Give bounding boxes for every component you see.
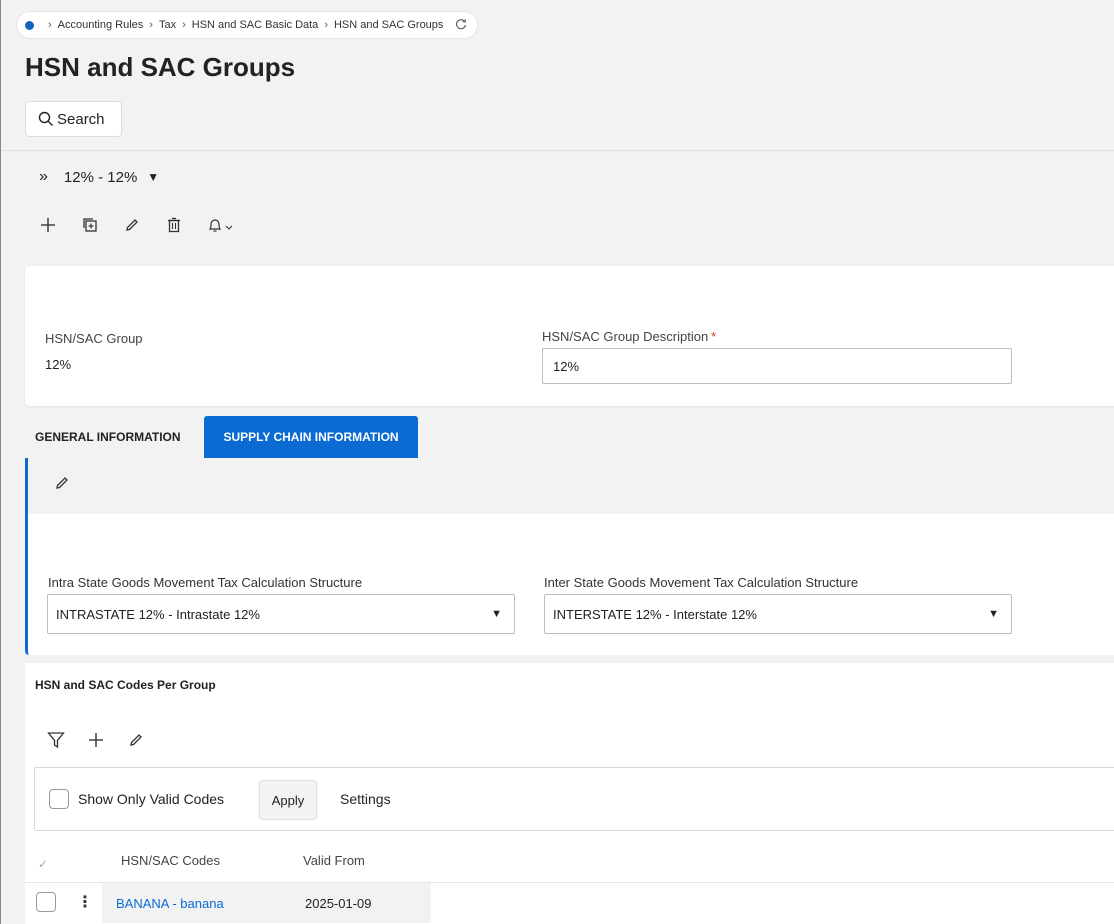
caret-down-icon: ▼: [988, 608, 999, 620]
refresh-icon[interactable]: [455, 18, 467, 33]
divider: [1, 150, 1114, 151]
chevron-right-icon: ›: [182, 19, 186, 31]
intra-state-structure-label: Intra State Goods Movement Tax Calculati…: [48, 575, 363, 590]
hsn-sac-group-description-label: HSN/SAC Group Description *: [542, 329, 716, 344]
breadcrumb: › Accounting Rules › Tax › HSN and SAC B…: [17, 12, 478, 38]
edit-icon[interactable]: [125, 729, 147, 751]
table-row[interactable]: ⋮ BANANA - banana 2025-01-09: [25, 882, 1114, 923]
show-only-valid-codes-toggle[interactable]: Show Only Valid Codes: [49, 789, 224, 809]
panel-toolbar: [28, 458, 1114, 514]
breadcrumb-item-tax[interactable]: Tax: [159, 19, 176, 31]
row-checkbox[interactable]: [36, 892, 56, 912]
hsn-sac-group-value: 12%: [45, 357, 72, 372]
settings-button[interactable]: Settings: [340, 791, 391, 807]
show-only-valid-label: Show Only Valid Codes: [78, 791, 225, 807]
hsn-sac-code-link[interactable]: BANANA - banana: [116, 896, 224, 911]
edit-icon[interactable]: [54, 475, 70, 491]
inter-state-structure-dropdown[interactable]: INTERSTATE 12% - Interstate 12% ▼: [544, 594, 1012, 634]
duplicate-icon[interactable]: [79, 214, 101, 236]
tab-supply-chain-information[interactable]: SUPPLY CHAIN INFORMATION: [204, 416, 418, 458]
add-icon[interactable]: [85, 729, 107, 751]
select-all-check-icon[interactable]: ✓: [38, 857, 48, 871]
intra-state-structure-value: INTRASTATE 12% - Intrastate 12%: [56, 606, 260, 622]
hsn-sac-group-description-input[interactable]: 12%: [542, 348, 1012, 384]
chevron-right-icon: ›: [324, 19, 328, 31]
supply-chain-panel: Intra State Goods Movement Tax Calculati…: [25, 458, 1114, 655]
record-toolbar: [37, 214, 237, 236]
filter-bar: Show Only Valid Codes Apply Settings: [34, 767, 1114, 831]
caret-down-icon[interactable]: ▼: [147, 170, 159, 184]
kebab-menu-icon[interactable]: ⋮: [77, 892, 93, 912]
double-chevron-right-icon[interactable]: »: [39, 168, 48, 186]
hsn-sac-group-label: HSN/SAC Group: [45, 331, 143, 346]
page-title: HSN and SAC Groups: [25, 52, 296, 82]
show-only-valid-checkbox[interactable]: [49, 789, 69, 809]
search-button[interactable]: Search: [25, 101, 122, 137]
codes-toolbar: [45, 729, 147, 751]
filter-icon[interactable]: [45, 729, 67, 751]
add-icon[interactable]: [37, 214, 59, 236]
intra-state-structure-dropdown[interactable]: INTRASTATE 12% - Intrastate 12% ▼: [47, 594, 515, 634]
delete-icon[interactable]: [163, 214, 185, 236]
header-card: HSN/SAC Group 12% HSN/SAC Group Descript…: [25, 266, 1114, 406]
home-dot-icon[interactable]: [25, 20, 34, 30]
record-selector-value: 12% - 12%: [63, 168, 138, 186]
chevron-right-icon: ›: [48, 19, 52, 31]
apply-button[interactable]: Apply: [259, 780, 317, 820]
description-label-text: HSN/SAC Group Description: [542, 329, 709, 344]
column-header-valid-from[interactable]: Valid From: [303, 853, 365, 868]
notification-bell-icon[interactable]: [205, 214, 237, 236]
column-header-hsn-sac-codes[interactable]: HSN/SAC Codes: [121, 853, 220, 868]
caret-down-icon: ▼: [491, 608, 502, 620]
chevron-right-icon: ›: [149, 19, 153, 31]
required-mark: *: [711, 329, 717, 344]
edit-icon[interactable]: [121, 214, 143, 236]
inter-state-structure-label: Inter State Goods Movement Tax Calculati…: [544, 575, 859, 590]
inter-state-structure-value: INTERSTATE 12% - Interstate 12%: [553, 606, 757, 622]
record-selector[interactable]: » 12% - 12% ▼: [39, 168, 159, 186]
search-button-label: Search: [57, 110, 105, 128]
tab-general-information[interactable]: GENERAL INFORMATION: [29, 416, 187, 458]
breadcrumb-item-hsn-sac-basic-data[interactable]: HSN and SAC Basic Data: [192, 19, 319, 31]
valid-from-cell: 2025-01-09: [305, 896, 372, 911]
breadcrumb-item-accounting-rules[interactable]: Accounting Rules: [58, 19, 144, 31]
search-icon: [38, 111, 57, 127]
breadcrumb-item-hsn-sac-groups[interactable]: HSN and SAC Groups: [334, 19, 443, 31]
codes-per-group-section: HSN and SAC Codes Per Group Show Only Va…: [25, 663, 1114, 924]
codes-section-title: HSN and SAC Codes Per Group: [35, 678, 216, 692]
